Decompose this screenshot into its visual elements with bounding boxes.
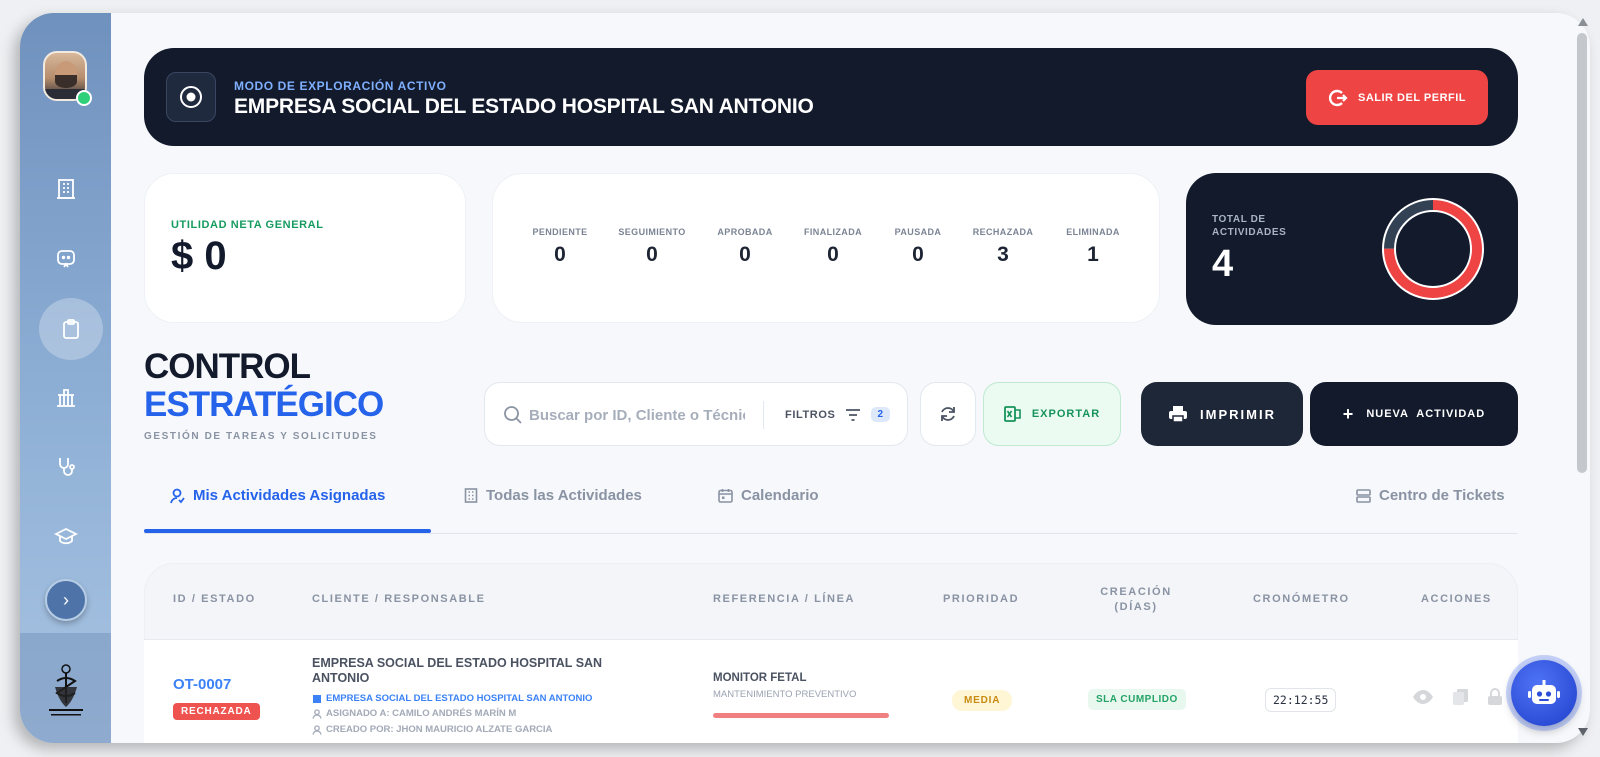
user-small-icon [312,708,322,719]
tab-ticket-center[interactable]: Centro de Tickets [1356,487,1505,504]
chevron-right-icon: › [63,589,69,610]
total-activities-card: TOTAL DE ACTIVIDADES 4 [1186,173,1518,325]
column-header-timer: CRONÓMETRO [1253,593,1350,605]
tab-ticket-center-label: Centro de Tickets [1379,487,1505,504]
building-tag-icon [313,694,321,703]
print-label: IMPRIMIR [1200,406,1276,422]
nav-clipboard-icon[interactable] [50,308,92,350]
plus-icon: + [1342,404,1355,424]
search-box: FILTROS 2 [484,382,908,446]
net-utility-card: UTILIDAD NETA GENERAL $ 0 [144,173,466,323]
net-utility-value: $ 0 [171,234,227,278]
server-icon [1356,488,1371,503]
copy-icon[interactable] [1452,688,1470,706]
status-finalizada: FINALIZADA 0 [804,227,862,266]
new-activity-button[interactable]: + NUEVA ACTIVIDAD [1310,382,1518,446]
status-aprobada: APROBADA 0 [717,227,773,266]
tab-all-activities[interactable]: Todas las Actividades [464,487,642,504]
exit-profile-label: SALIR DEL PERFIL [1357,91,1467,104]
exit-profile-button[interactable]: SALIR DEL PERFIL [1306,70,1488,125]
column-header-client: CLIENTE / RESPONSABLE [312,593,486,605]
tab-my-activities[interactable]: Mis Actividades Asignadas [170,487,385,504]
filters-count-badge: 2 [871,407,890,422]
assistant-bot-button[interactable] [1511,660,1577,726]
scrollbar-thumb[interactable] [1577,33,1587,473]
new-activity-label: NUEVA ACTIVIDAD [1366,408,1486,420]
table-header-divider [144,639,1518,640]
row-status-badge: RECHAZADA [173,703,260,720]
eye-icon [166,72,216,122]
total-activities-value: 4 [1212,243,1234,285]
column-header-actions: ACCIONES [1421,593,1492,605]
tab-calendar[interactable]: Calendario [718,487,819,504]
banner-kicker: MODO DE EXPLORACIÓN ACTIVO [234,79,447,93]
page-title-line2: ESTRATÉGICO [144,385,384,424]
printer-icon [1169,406,1188,423]
status-summary-card: PENDIENTE 0 SEGUIMIENTO 0 APROBADA 0 FINALI… [492,173,1160,323]
page-title-line1: CONTROL [144,347,311,386]
lock-icon[interactable] [1487,688,1503,706]
row-sla-badge: SLA CUMPLIDO [1088,689,1186,710]
status-rechazada: RECHAZADA 3 [972,227,1034,266]
column-header-creation: CREACIÓN (DÍAS) [1100,586,1172,613]
activities-donut-chart [1382,198,1484,300]
user-assigned-icon [170,488,185,503]
page-subtitle: GESTIÓN DE TAREAS Y SOLICITUDES [144,431,378,442]
filters-button[interactable]: FILTROS 2 [785,407,890,422]
refresh-button[interactable] [920,382,976,446]
view-icon[interactable] [1412,689,1434,705]
user-small-icon [312,724,322,735]
row-reference: MONITOR FETAL [713,672,807,684]
row-priority-badge: MEDIA [952,690,1013,711]
filters-label: FILTROS [785,408,836,421]
refresh-icon [941,407,955,421]
sidebar-expand-button[interactable]: › [45,579,87,621]
row-assigned-to: ASIGNADO A: CAMILO ANDRÉS MARÍN M [312,708,516,719]
row-client-name: EMPRESA SOCIAL DEL ESTADO HOSPITAL SAN A… [312,656,603,685]
search-icon [504,406,522,424]
exploration-banner: MODO DE EXPLORACIÓN ACTIVO EMPRESA SOCIA… [144,48,1518,146]
row-created-by: CREADO POR: JHON MAURICIO ALZATE GARCIA [312,724,552,735]
status-pausada: PAUSADA 0 [894,227,942,266]
net-utility-label: UTILIDAD NETA GENERAL [171,219,324,231]
calendar-icon [718,489,733,503]
column-header-reference: REFERENCIA / LÍNEA [713,593,856,605]
building-small-icon [464,488,478,503]
online-status-dot [76,90,92,106]
row-client-tag: EMPRESA SOCIAL DEL ESTADO HOSPITAL SAN A… [312,693,592,704]
filter-icon [846,408,861,421]
column-header-priority: PRIORIDAD [943,593,1020,605]
print-button[interactable]: IMPRIMIR [1141,382,1303,446]
column-header-id: ID / ESTADO [173,593,256,605]
scroll-up-arrow[interactable] [1578,18,1588,26]
status-pendiente: PENDIENTE 0 [532,227,588,266]
row-timer: 22:12:55 [1265,688,1337,712]
nav-graduation-cap-icon[interactable] [45,516,87,558]
status-seguimiento: SEGUIMIENTO 0 [618,227,686,266]
active-tab-indicator [144,529,431,533]
scroll-down-arrow[interactable] [1578,728,1588,736]
hospital-logo-icon [49,664,83,716]
excel-icon [1003,406,1021,422]
row-id[interactable]: OT-0007 [173,676,231,693]
tab-my-activities-label: Mis Actividades Asignadas [193,487,386,504]
robot-icon [1528,680,1560,704]
tabs-divider [144,533,1518,534]
status-eliminada: ELIMINADA 1 [1066,227,1120,266]
tab-calendar-label: Calendario [741,487,819,504]
export-label: EXPORTAR [1031,408,1101,420]
tab-all-activities-label: Todas las Actividades [486,487,642,504]
row-line: MANTENIMIENTO PREVENTIVO [713,689,857,700]
nav-building-icon[interactable] [45,168,87,210]
row-progress-bar [713,713,889,718]
banner-title: EMPRESA SOCIAL DEL ESTADO HOSPITAL SAN A… [234,95,814,118]
total-activities-label: TOTAL DE ACTIVIDADES [1212,214,1287,238]
nav-stethoscope-icon[interactable] [45,446,87,488]
search-input[interactable] [529,403,745,427]
nav-chat-bot-icon[interactable] [45,237,87,279]
nav-bank-icon[interactable] [45,376,87,418]
logout-icon [1328,89,1348,106]
export-button[interactable]: EXPORTAR [983,382,1121,446]
search-divider [763,401,764,429]
